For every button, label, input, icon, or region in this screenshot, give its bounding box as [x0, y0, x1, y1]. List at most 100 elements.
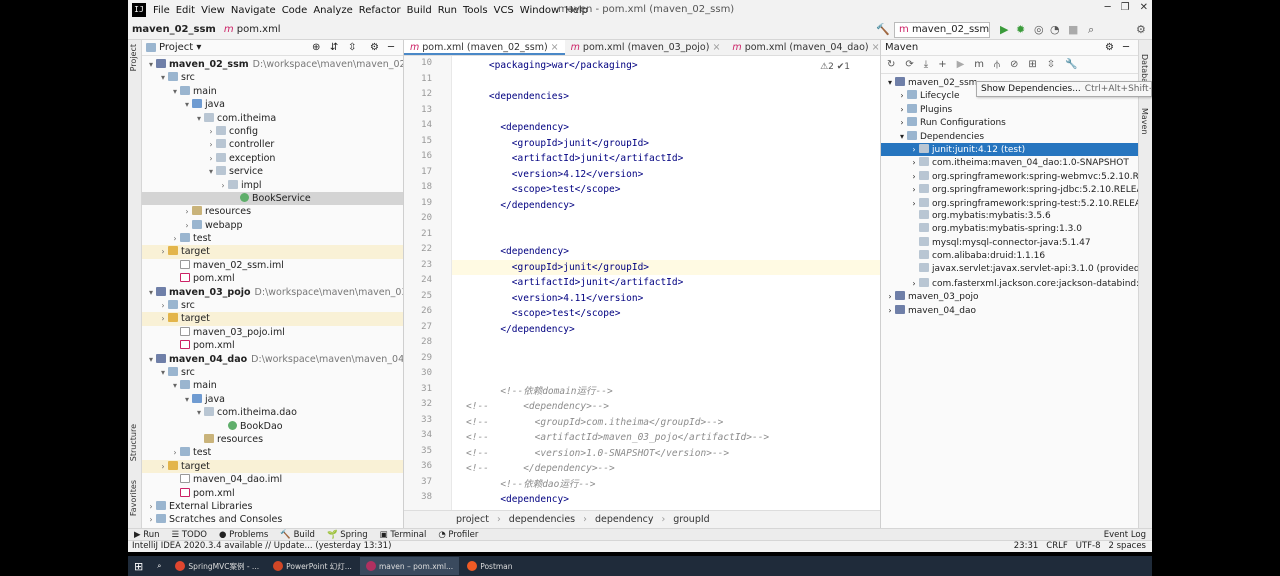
- menu-item-file[interactable]: File: [150, 5, 173, 16]
- expand-arrow-icon[interactable]: ›: [158, 299, 168, 312]
- maven-tree-item[interactable]: › org.springframework:spring-test:5.2.10.…: [881, 197, 1138, 210]
- expand-arrow-icon[interactable]: ›: [158, 460, 168, 473]
- file-encoding[interactable]: UTF-8: [1076, 541, 1101, 552]
- code-line[interactable]: <scope>test</scope>: [452, 306, 621, 322]
- settings-icon[interactable]: ⚙: [1136, 23, 1146, 36]
- menu-item-analyze[interactable]: Analyze: [310, 5, 355, 16]
- collapse-all-icon[interactable]: ⇳: [348, 42, 356, 53]
- bottom-tool-5[interactable]: ▣ Terminal: [374, 530, 433, 540]
- expand-arrow-icon[interactable]: ›: [206, 152, 216, 165]
- code-line[interactable]: <!-- <artifactId>maven_03_pojo</artifact…: [452, 430, 769, 446]
- taskbar-item[interactable]: maven – pom.xml...: [359, 557, 460, 575]
- code-line[interactable]: <scope>test</scope>: [452, 182, 621, 198]
- indent-setting[interactable]: 2 spaces: [1109, 541, 1146, 552]
- event-log-button[interactable]: Event Log: [1098, 530, 1152, 540]
- structure-tool-label[interactable]: Structure: [129, 424, 138, 461]
- hammer-icon[interactable]: 🔨: [876, 23, 890, 36]
- expand-arrow-icon[interactable]: ›: [885, 304, 895, 317]
- menu-item-vcs[interactable]: VCS: [491, 5, 517, 16]
- code-line[interactable]: <!--依赖dao运行-->: [452, 477, 595, 493]
- show-dependencies-icon[interactable]: ⊞: [1028, 59, 1036, 70]
- code-line[interactable]: [452, 229, 466, 245]
- menu-item-navigate[interactable]: Navigate: [228, 5, 279, 16]
- breadcrumb-project[interactable]: maven_02_ssm: [128, 24, 220, 35]
- run-config-select[interactable]: m maven_02_ssm ▾: [894, 22, 990, 38]
- maven-tree-item[interactable]: mysql:mysql-connector-java:5.1.47: [881, 236, 1138, 250]
- maven-tree-item[interactable]: › maven_03_pojo: [881, 290, 1138, 303]
- tree-item[interactable]: maven_03_pojo.iml: [142, 326, 403, 339]
- run-icon[interactable]: ▶: [1000, 23, 1008, 36]
- maven-tree-item[interactable]: › com.fasterxml.jackson.core:jackson-data…: [881, 277, 1138, 290]
- expand-arrow-icon[interactable]: ▾: [170, 379, 180, 392]
- expand-arrow-icon[interactable]: ▾: [194, 406, 204, 419]
- tree-item[interactable]: › resources: [142, 205, 403, 218]
- breadcrumb-item[interactable]: project: [452, 514, 493, 525]
- skip-tests-icon[interactable]: ⊘: [1010, 59, 1018, 70]
- expand-arrow-icon[interactable]: ▾: [182, 98, 192, 111]
- tree-item[interactable]: pom.xml: [142, 339, 403, 352]
- expand-arrow-icon[interactable]: ▾: [146, 58, 156, 71]
- expand-arrow-icon[interactable]: ›: [206, 138, 216, 151]
- bottom-tool-2[interactable]: ● Problems: [213, 530, 274, 540]
- expand-arrow-icon[interactable]: ▾: [885, 76, 895, 89]
- expand-arrow-icon[interactable]: ›: [909, 197, 919, 210]
- tree-item[interactable]: › test: [142, 232, 403, 245]
- menu-item-refactor[interactable]: Refactor: [356, 5, 404, 16]
- menu-item-window[interactable]: Window: [517, 5, 562, 16]
- code-line[interactable]: <!-- <groupId>com.itheima</groupId>-->: [452, 415, 723, 431]
- expand-arrow-icon[interactable]: ▾: [146, 286, 156, 299]
- expand-arrow-icon[interactable]: ›: [897, 116, 907, 129]
- bottom-tool-1[interactable]: ☰ TODO: [166, 530, 213, 540]
- code-line[interactable]: <dependency>: [452, 120, 569, 136]
- windows-start-icon[interactable]: ⊞: [128, 557, 149, 575]
- inspection-widget[interactable]: ⚠2 ✔1: [820, 62, 850, 72]
- expand-arrow-icon[interactable]: ›: [909, 156, 919, 169]
- maven-tree-item[interactable]: ▾ Dependencies: [881, 130, 1138, 143]
- wrench-icon[interactable]: 🔧: [1065, 59, 1077, 70]
- maven-tree-item[interactable]: › org.springframework:spring-jdbc:5.2.10.…: [881, 183, 1138, 196]
- maven-tree-item[interactable]: › Plugins: [881, 103, 1138, 116]
- taskbar-item[interactable]: SpringMVC案例 - ...: [169, 557, 265, 575]
- menu-item-code[interactable]: Code: [279, 5, 311, 16]
- tree-item[interactable]: › src: [142, 299, 403, 312]
- maven-tree-item[interactable]: com.alibaba:druid:1.1.16: [881, 250, 1138, 263]
- tree-item[interactable]: › test: [142, 446, 403, 459]
- reload-icon[interactable]: ↻: [887, 59, 895, 70]
- code-line[interactable]: </dependency>: [452, 198, 574, 214]
- expand-arrow-icon[interactable]: ▾: [158, 366, 168, 379]
- add-sources-icon[interactable]: ⟳: [905, 59, 913, 70]
- expand-arrow-icon[interactable]: ▾: [158, 71, 168, 84]
- breadcrumb-file[interactable]: m pom.xml: [220, 24, 285, 35]
- collapse-icon[interactable]: ⇳: [1047, 59, 1055, 70]
- search-icon[interactable]: ⌕: [151, 557, 167, 575]
- code-line[interactable]: <dependency>: [452, 244, 569, 260]
- tree-item[interactable]: › Scratches and Consoles: [142, 513, 403, 526]
- tree-item[interactable]: › target: [142, 245, 403, 259]
- favorites-tool-label[interactable]: Favorites: [129, 480, 138, 516]
- menu-item-build[interactable]: Build: [404, 5, 435, 16]
- code-line[interactable]: <version>4.12</version>: [452, 167, 644, 183]
- menu-item-edit[interactable]: Edit: [173, 5, 198, 16]
- download-icon[interactable]: ⤓: [924, 59, 928, 70]
- editor-tab[interactable]: m pom.xml (maven_03_pojo) ×: [565, 40, 727, 55]
- tree-item[interactable]: › impl: [142, 179, 403, 192]
- expand-arrow-icon[interactable]: ▾: [194, 112, 204, 125]
- expand-arrow-icon[interactable]: ▾: [206, 165, 216, 178]
- expand-arrow-icon[interactable]: ›: [897, 103, 907, 116]
- close-icon[interactable]: ✕: [1140, 2, 1148, 13]
- stop-icon[interactable]: ■: [1068, 23, 1078, 36]
- expand-arrow-icon[interactable]: ▾: [170, 85, 180, 98]
- expand-arrow-icon[interactable]: ▾: [897, 130, 907, 143]
- code-line[interactable]: <groupId>junit</groupId>: [452, 259, 880, 275]
- expand-arrow-icon[interactable]: ›: [170, 232, 180, 245]
- tree-item[interactable]: pom.xml: [142, 487, 403, 500]
- menu-item-tools[interactable]: Tools: [460, 5, 491, 16]
- tree-item[interactable]: BookService: [142, 191, 403, 206]
- maven-tree-item[interactable]: javax.servlet:javax.servlet-api:3.1.0 (p…: [881, 263, 1138, 276]
- tree-item[interactable]: ▾ main: [142, 379, 403, 392]
- tree-item[interactable]: ▾ maven_02_ssmD:\workspace\maven\maven_02…: [142, 58, 403, 71]
- expand-arrow-icon[interactable]: ›: [218, 179, 228, 192]
- close-tab-icon[interactable]: ×: [869, 42, 880, 53]
- expand-arrow-icon[interactable]: ›: [182, 205, 192, 218]
- tree-item[interactable]: BookDao: [142, 420, 403, 433]
